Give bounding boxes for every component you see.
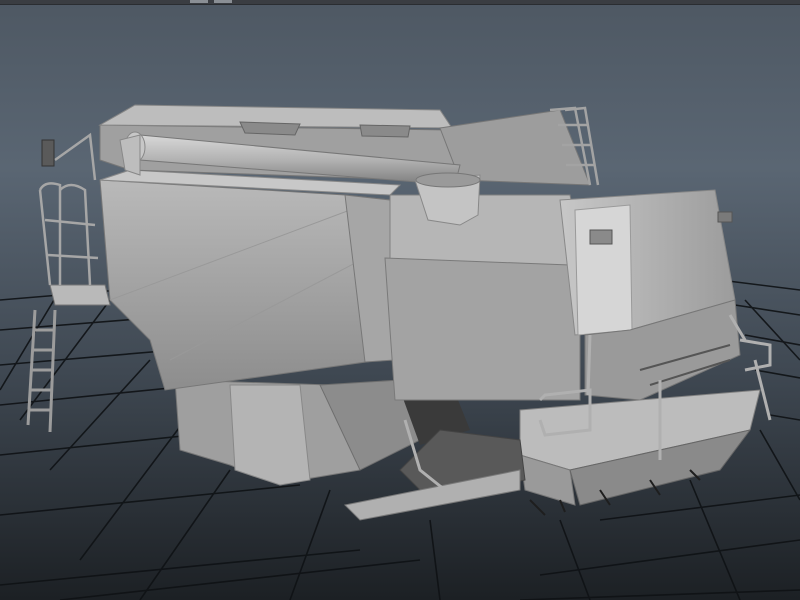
mirror-icon — [41, 139, 55, 167]
3d-viewport[interactable] — [0, 0, 800, 600]
ladder-platform — [49, 284, 111, 306]
side-lamp-icon — [717, 211, 733, 223]
ladder-rear — [26, 309, 57, 433]
viewport-canvas[interactable] — [0, 0, 800, 600]
front-lamp-icon — [589, 229, 613, 245]
